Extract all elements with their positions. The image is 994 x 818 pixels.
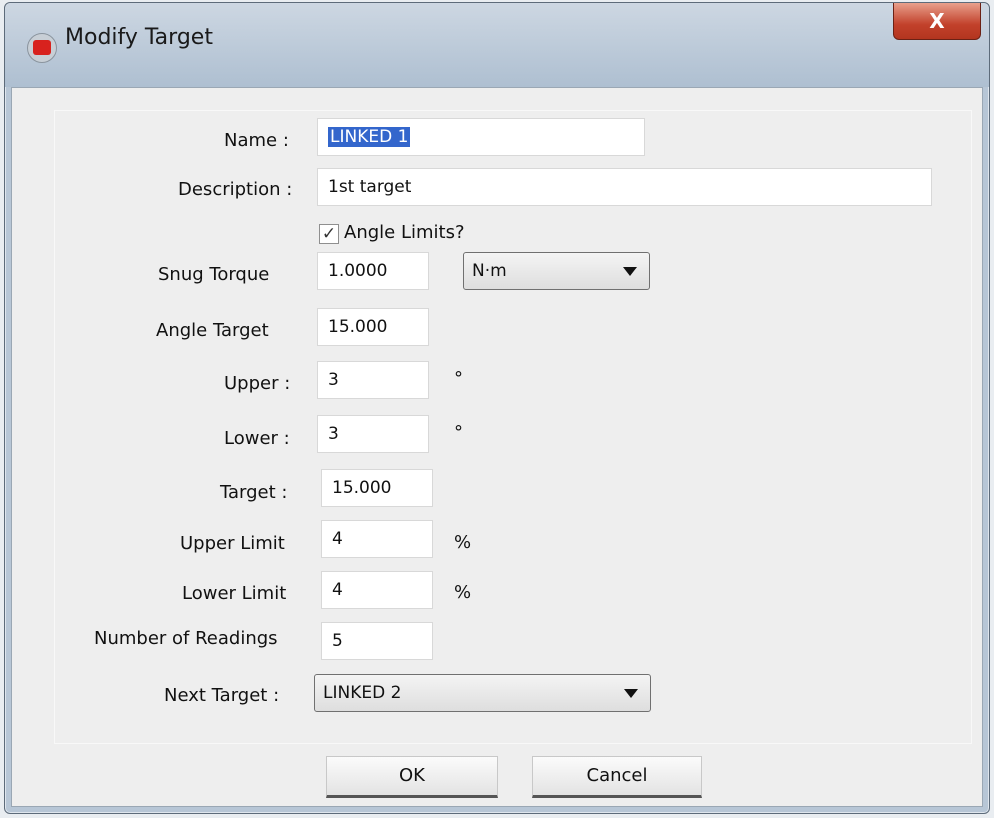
lower-limit-input[interactable]: 4: [321, 571, 433, 609]
lower-label: Lower :: [224, 428, 290, 449]
snug-torque-label: Snug Torque: [158, 264, 270, 285]
lower-input[interactable]: 3: [317, 415, 429, 453]
angle-limits-label[interactable]: Angle Limits?: [344, 222, 465, 243]
lower-limit-label: Lower Limit: [182, 583, 287, 604]
next-target-select[interactable]: LINKED 2: [314, 674, 651, 712]
next-target-value: LINKED 2: [323, 683, 402, 703]
angle-limits-checkbox[interactable]: ✓: [319, 224, 339, 244]
close-icon: X: [929, 9, 945, 33]
upper-label: Upper :: [224, 373, 291, 394]
chevron-down-icon: [624, 689, 638, 698]
upper-input[interactable]: 3: [317, 361, 429, 399]
title-bar[interactable]: Modify Target X: [5, 3, 989, 87]
dialog-window: Modify Target X Name : LINKED 1 Descript…: [4, 2, 990, 814]
description-label: Description :: [178, 179, 293, 200]
checkmark-icon: ✓: [321, 224, 337, 244]
upper-limit-label: Upper Limit: [180, 533, 285, 554]
chevron-down-icon: [623, 267, 637, 276]
snug-torque-input[interactable]: 1.0000: [317, 252, 429, 290]
lower-unit: °: [454, 422, 463, 443]
close-button[interactable]: X: [893, 3, 981, 40]
number-of-readings-input[interactable]: 5: [321, 622, 433, 660]
torque-unit-value: N·m: [472, 261, 507, 281]
target-input[interactable]: 15.000: [321, 469, 433, 507]
description-input[interactable]: 1st target: [317, 168, 932, 206]
dialog-body: Name : LINKED 1 Description : 1st target…: [11, 87, 983, 807]
upper-unit: °: [454, 368, 463, 389]
cancel-button[interactable]: Cancel: [532, 756, 702, 798]
name-input[interactable]: LINKED 1: [317, 118, 645, 156]
upper-limit-unit: %: [454, 532, 472, 553]
angle-target-label: Angle Target: [156, 320, 269, 341]
upper-limit-input[interactable]: 4: [321, 520, 433, 558]
target-label: Target :: [220, 482, 288, 503]
next-target-label: Next Target :: [164, 685, 280, 706]
lower-limit-unit: %: [454, 582, 472, 603]
angle-target-input[interactable]: 15.000: [317, 308, 429, 346]
app-icon: [27, 33, 57, 63]
name-value: LINKED 1: [328, 127, 411, 147]
number-of-readings-label: Number of Readings: [94, 628, 278, 649]
window-title: Modify Target: [65, 25, 213, 50]
ok-button[interactable]: OK: [326, 756, 498, 798]
name-label: Name :: [224, 130, 289, 151]
torque-unit-select[interactable]: N·m: [463, 252, 650, 290]
